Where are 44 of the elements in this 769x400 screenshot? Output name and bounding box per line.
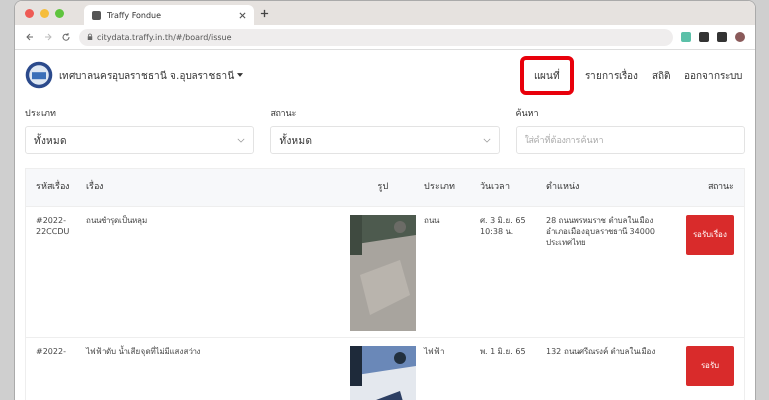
table-cell-text: ไฟฟ้าดับ น้ำเสียจุดที่ไม่มีแสงสว่าง xyxy=(86,346,202,358)
logo-icon xyxy=(25,61,53,89)
filter-label: ค้นหา xyxy=(516,108,540,120)
column-header: เรื่อง xyxy=(86,181,342,194)
column-header: ประเภท xyxy=(424,181,456,194)
table-cell-text: #2022- xyxy=(36,346,67,358)
column-header: รหัสเรื่อง xyxy=(36,181,78,194)
status-button[interactable]: รอรับ xyxy=(686,346,734,386)
table-cell-text: 28 ถนนพรหมราช ตำบลในเมือง อำเภอเมืองอุบลราชธานี 34000 ประเทศไทย xyxy=(546,214,656,249)
chevron-icon xyxy=(482,138,491,142)
select-field[interactable]: ทั้งหมด xyxy=(270,126,500,154)
column-header: รูป xyxy=(376,181,390,194)
favicon-icon xyxy=(92,10,101,20)
browser-tab[interactable]: Traffy Fondue xyxy=(84,5,254,25)
close-icon[interactable] xyxy=(239,12,246,18)
plus-icon[interactable] xyxy=(260,8,269,18)
avatar-icon[interactable] xyxy=(735,32,745,42)
nav-link[interactable]: แผนที่ xyxy=(520,56,574,94)
url-text: citydata.traffy.in.th/#/board/issue xyxy=(97,32,232,42)
table-cell-text: พ. 1 มิ.ย. 65 xyxy=(480,346,527,358)
table-cell-text: ถนน xyxy=(424,214,440,227)
table-cell-text: ไฟฟ้า xyxy=(424,346,445,358)
organization-dropdown[interactable]: เทศบาลนครอุบลราชธานี จ.อุบลราชธานี xyxy=(59,68,234,82)
back-icon[interactable] xyxy=(25,32,35,42)
table-cell-text: 132 ถนนศรีณรงค์ ตำบลในเมือง xyxy=(546,346,656,358)
select-field[interactable]: ทั้งหมด xyxy=(25,126,254,154)
nav-link[interactable]: รายการเรื่อง xyxy=(582,64,641,86)
table-cell-text: #2022-22CCDU xyxy=(36,214,70,238)
address-bar[interactable]: citydata.traffy.in.th/#/board/issue xyxy=(79,28,673,46)
nav-link[interactable]: สถิติ xyxy=(649,64,673,86)
search-field[interactable]: ใส่คำที่ต้องการค้นหา xyxy=(516,126,745,154)
table-cell-text: ถนนชำรุดเป็นหลุม xyxy=(86,214,148,228)
status-button[interactable]: รอรับเรื่อง xyxy=(686,214,734,255)
lock-icon xyxy=(87,33,93,41)
reload-icon[interactable] xyxy=(61,32,71,42)
column-header: สถานะ xyxy=(707,181,734,194)
filter-label: ประเภท xyxy=(25,108,57,120)
chevron-icon xyxy=(237,138,246,142)
caret-icon[interactable] xyxy=(237,73,244,77)
table-cell-text: ศ. 3 มิ.ย. 65 10:38 น. xyxy=(480,214,527,238)
nav-link[interactable]: ออกจากระบบ xyxy=(681,64,745,86)
column-header: วันเวลา xyxy=(480,181,511,194)
column-header: ตำแหน่ง xyxy=(546,181,580,194)
filter-label: สถานะ xyxy=(270,108,298,120)
